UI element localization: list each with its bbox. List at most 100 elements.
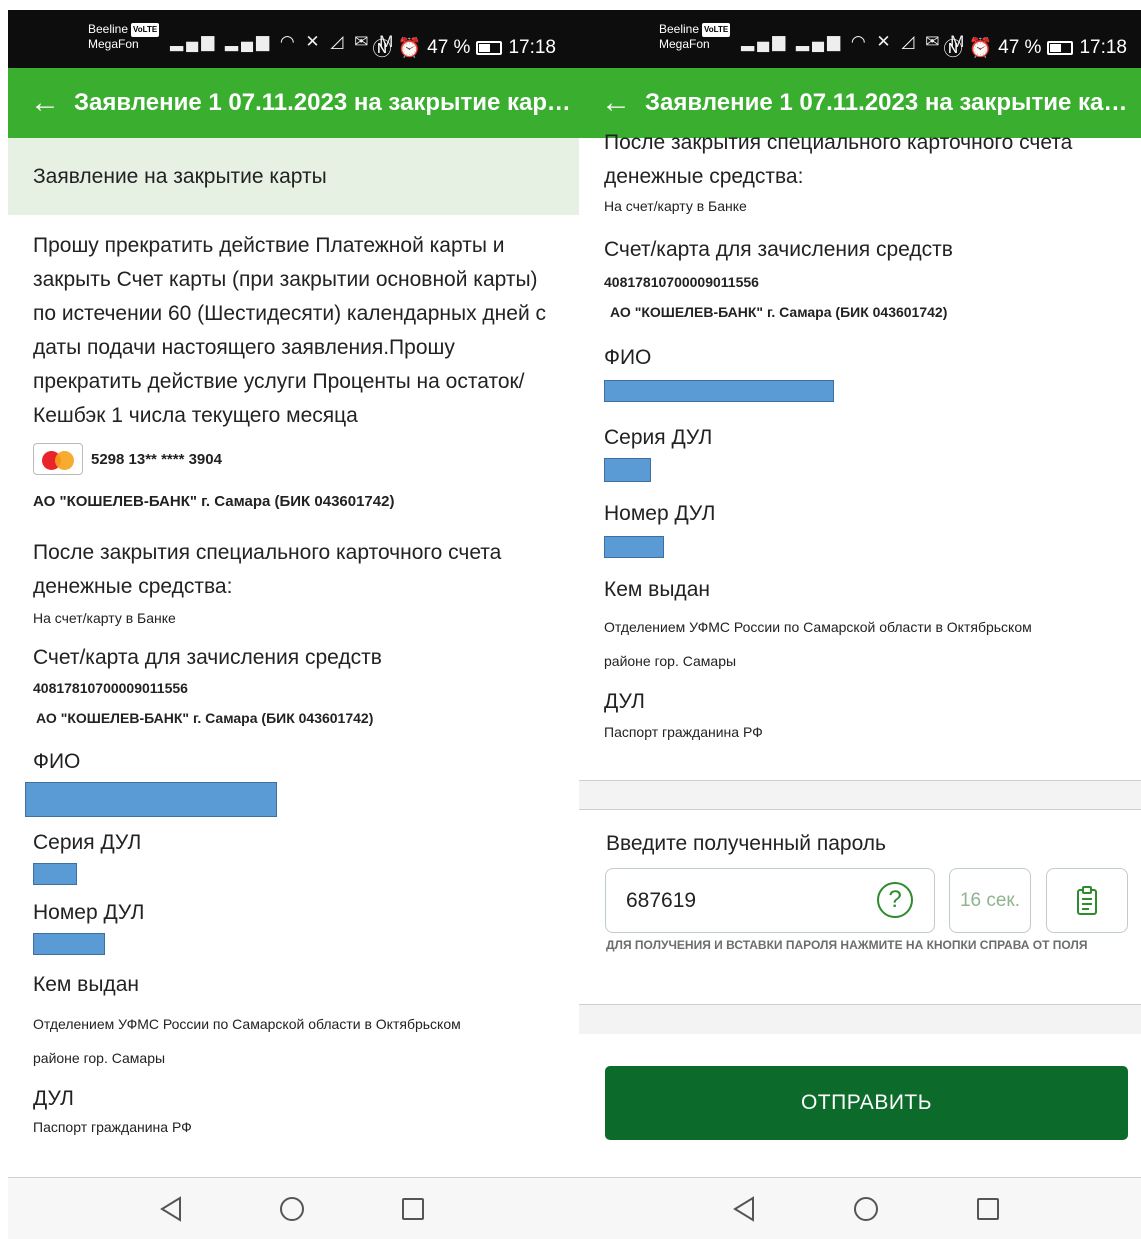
- question-circle-icon[interactable]: ?: [877, 882, 913, 918]
- account-number: 40817810700009011556: [33, 680, 188, 696]
- nfc-icon: Ⓝ: [943, 39, 963, 60]
- scrolled-body: После закрытия специального карточного с…: [579, 126, 1141, 1165]
- section-header: Заявление на закрытие карты: [8, 138, 580, 215]
- volte-badge: VoLTE: [702, 23, 731, 37]
- issued-by-label: Кем выдан: [33, 973, 139, 996]
- signal-wifi-icons: ▂▄▆ ▂▄▆ ◠ ✕ ◿ ✉ M: [170, 32, 397, 51]
- carrier-name: Beeline: [659, 22, 700, 36]
- nfc-icon: Ⓝ: [372, 39, 392, 60]
- card-bank: АО "КОШЕЛЕВ-БАНК" г. Самара (БИК 0436017…: [33, 493, 395, 510]
- doc-number-redaction: [604, 536, 664, 558]
- section-title: Заявление на закрытие карты: [33, 164, 327, 188]
- system-nav-bar: [8, 1177, 580, 1239]
- after-close-value: На счет/карту в Банке: [604, 198, 747, 214]
- arrow-left-icon[interactable]: ←: [601, 88, 645, 118]
- password-hint: Для получения и вставки пароля нажмите н…: [606, 938, 1088, 952]
- after-close-label: После закрытия специального карточного с…: [604, 126, 1116, 194]
- resend-timer-button[interactable]: 16 сек.: [949, 868, 1031, 933]
- issued-by-value: Отделением УФМС России по Самарской обла…: [604, 610, 1116, 678]
- fio-redaction: [604, 380, 834, 402]
- doc-series-label: Серия ДУЛ: [33, 831, 142, 854]
- triangle-back-icon[interactable]: [156, 1194, 186, 1224]
- doc-type-label: ДУЛ: [33, 1087, 74, 1110]
- carrier-name-2: MegaFon: [88, 37, 139, 51]
- screenshot-right: Beeline VoLTE MegaFon ▂▄▆ ▂▄▆ ◠ ✕ ◿ ✉ M Ⓝ…: [579, 10, 1141, 1239]
- status-bar: Beeline VoLTE MegaFon ▂▄▆ ▂▄▆ ◠ ✕ ◿ ✉ M Ⓝ…: [8, 10, 580, 68]
- battery-percent: 47 %: [998, 36, 1042, 58]
- clipboard-icon: [1077, 885, 1097, 915]
- issued-by-value: Отделением УФМС России по Самарской обла…: [33, 1007, 555, 1075]
- circle-home-icon[interactable]: [851, 1194, 881, 1224]
- card-number: 5298 13** **** 3904: [91, 450, 222, 468]
- doc-series-redaction: [33, 863, 77, 885]
- after-close-value: На счет/карту в Банке: [33, 610, 176, 626]
- arrow-left-icon[interactable]: ←: [30, 88, 74, 118]
- mastercard-icon: [33, 443, 83, 475]
- password-label: Введите полученный пароль: [606, 832, 886, 855]
- alarm-icon: ⏰: [397, 37, 422, 59]
- account-bank: АО "КОШЕЛЕВ-БАНК" г. Самара (БИК 0436017…: [36, 710, 374, 726]
- password-input[interactable]: 687619 ?: [605, 868, 935, 933]
- issued-by-line-1: Отделением УФМС России по Самарской обла…: [604, 619, 1032, 635]
- after-close-line-1: После закрытия специального карточного с…: [604, 131, 1073, 154]
- issued-by-label: Кем выдан: [604, 578, 710, 601]
- account-number: 40817810700009011556: [604, 274, 759, 290]
- submit-label: ОТПРАВИТЬ: [800, 1091, 933, 1114]
- fio-label: ФИО: [33, 750, 81, 773]
- clock: 17:18: [508, 36, 556, 58]
- doc-series-label: Серия ДУЛ: [604, 426, 713, 449]
- system-nav-bar: [579, 1177, 1141, 1239]
- doc-type-value: Паспорт гражданина РФ: [33, 1119, 192, 1135]
- fio-label: ФИО: [604, 346, 652, 369]
- volte-badge: VoLTE: [131, 23, 160, 37]
- section-divider-2: [579, 1004, 1141, 1034]
- carrier-name: Beeline: [88, 22, 129, 36]
- battery-icon: [1047, 40, 1074, 55]
- doc-series-redaction: [604, 458, 651, 482]
- after-close-line-1: После закрытия специального карточного с…: [33, 541, 502, 564]
- screenshot-left: Beeline VoLTE MegaFon ▂▄▆ ▂▄▆ ◠ ✕ ◿ ✉ M Ⓝ…: [8, 10, 580, 1239]
- circle-home-icon[interactable]: [277, 1194, 307, 1224]
- password-value: 687619: [626, 889, 697, 912]
- issued-by-line-2: районе гор. Самары: [33, 1050, 166, 1066]
- clock: 17:18: [1079, 36, 1127, 58]
- after-close-line-2: денежные средства:: [33, 575, 233, 598]
- triangle-back-icon[interactable]: [729, 1194, 759, 1224]
- battery-icon: [476, 40, 503, 55]
- square-recents-icon[interactable]: [398, 1194, 428, 1224]
- doc-number-label: Номер ДУЛ: [604, 502, 716, 525]
- application-body: После закрытия специального карточного с…: [579, 126, 1141, 740]
- submit-button[interactable]: ОТПРАВИТЬ: [605, 1066, 1128, 1140]
- account-label: Счет/карта для зачисления средств: [33, 646, 382, 669]
- status-bar: Beeline VoLTE MegaFon ▂▄▆ ▂▄▆ ◠ ✕ ◿ ✉ M Ⓝ…: [579, 10, 1141, 68]
- fio-redaction: [25, 782, 277, 817]
- doc-type-label: ДУЛ: [604, 690, 645, 713]
- paste-button[interactable]: [1046, 868, 1128, 933]
- status-right: Ⓝ ⏰ 47 % 17:18: [943, 34, 1127, 61]
- alarm-icon: ⏰: [968, 37, 993, 59]
- carrier-name-2: MegaFon: [659, 37, 710, 51]
- issued-by-line-1: Отделением УФМС России по Самарской обла…: [33, 1016, 461, 1032]
- issued-by-line-2: районе гор. Самары: [604, 653, 737, 669]
- page-title: Заявление 1 07.11.2023 на закрытие карты: [645, 89, 1135, 116]
- after-close-line-2: денежные средства:: [604, 165, 804, 188]
- account-bank: АО "КОШЕЛЕВ-БАНК" г. Самара (БИК 0436017…: [610, 304, 948, 320]
- carrier-info: Beeline VoLTE MegaFon: [88, 22, 160, 51]
- after-close-label: После закрытия специального карточного с…: [33, 536, 555, 604]
- account-label: Счет/карта для зачисления средств: [604, 238, 953, 261]
- doc-number-redaction: [33, 933, 105, 955]
- signal-wifi-icons: ▂▄▆ ▂▄▆ ◠ ✕ ◿ ✉ M: [741, 32, 968, 51]
- application-text: Прошу прекратить действие Платежной карт…: [33, 234, 547, 427]
- card-info: 5298 13** **** 3904: [33, 443, 555, 475]
- status-right: Ⓝ ⏰ 47 % 17:18: [372, 34, 556, 61]
- square-recents-icon[interactable]: [973, 1194, 1003, 1224]
- carrier-info: Beeline VoLTE MegaFon: [659, 22, 731, 51]
- timer-text: 16 сек.: [959, 889, 1021, 911]
- application-body: Прошу прекратить действие Платежной карт…: [8, 229, 580, 1135]
- doc-type-value: Паспорт гражданина РФ: [604, 724, 763, 740]
- app-bar: ← Заявление 1 07.11.2023 на закрытие кар…: [8, 68, 580, 138]
- battery-percent: 47 %: [427, 36, 471, 58]
- doc-number-label: Номер ДУЛ: [33, 901, 145, 924]
- page-title: Заявление 1 07.11.2023 на закрытие карты: [74, 89, 574, 116]
- section-divider: [579, 780, 1141, 810]
